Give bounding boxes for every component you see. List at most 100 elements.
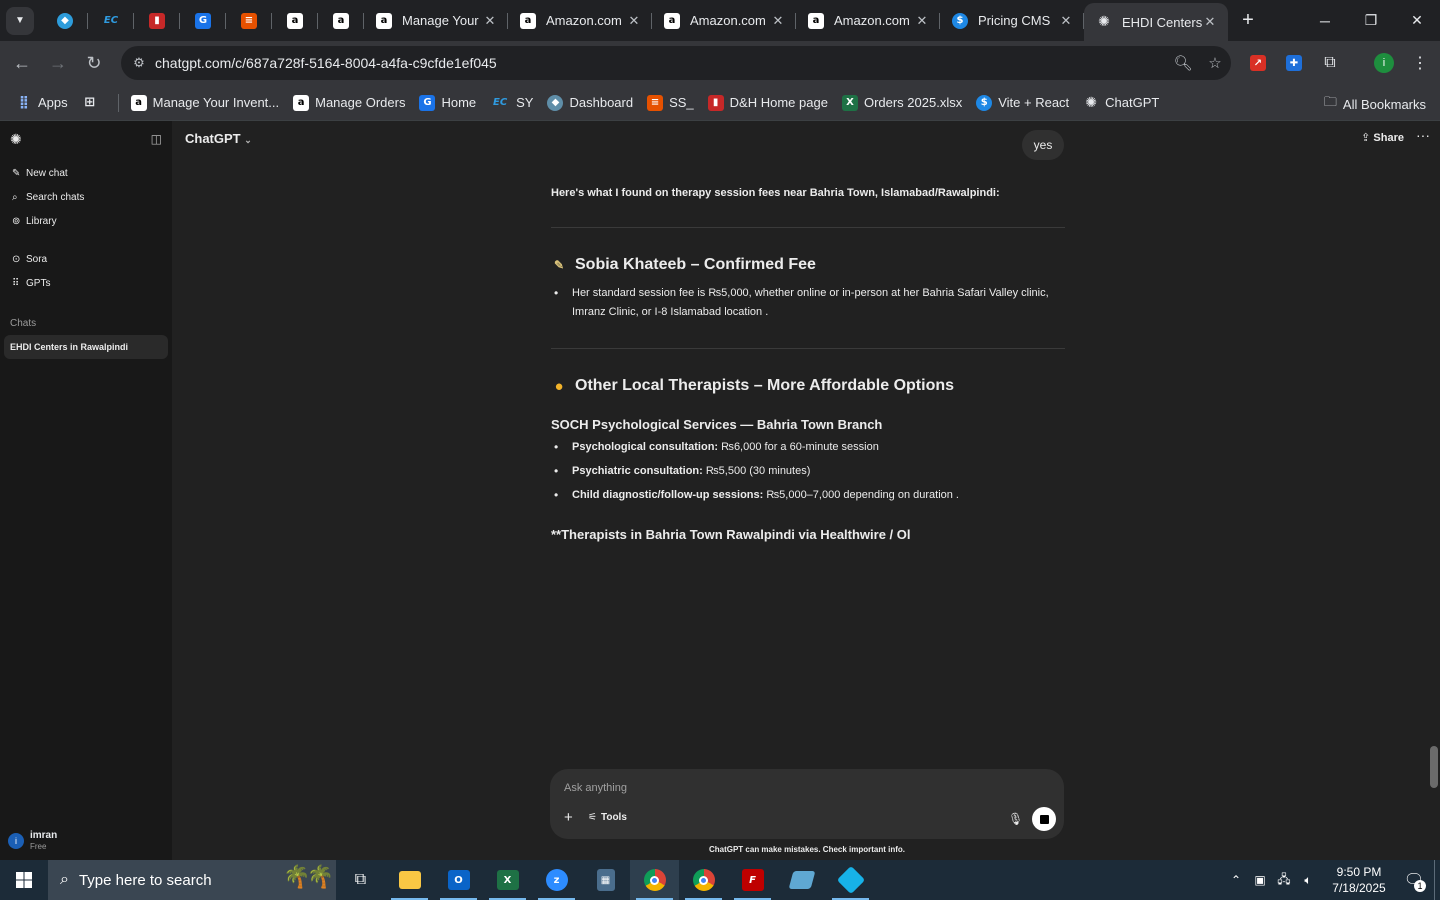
site-info-icon[interactable]: ⚙ (123, 55, 155, 71)
bookmark-item[interactable]: ◆ Dashboard (547, 94, 633, 111)
close-icon[interactable]: ✕ (770, 13, 786, 29)
start-button[interactable] (0, 860, 48, 900)
kodi-icon[interactable] (826, 860, 875, 900)
amazon-icon: a (664, 12, 680, 29)
pinned-tab[interactable]: ▮ (134, 0, 180, 41)
model-selector[interactable]: ChatGPT ⌄ (185, 131, 252, 146)
chrome-icon[interactable] (630, 860, 679, 900)
scrollbar[interactable] (1430, 746, 1438, 788)
attach-plus-icon[interactable]: + (564, 809, 573, 826)
forward-button[interactable]: → (40, 45, 76, 81)
bookmark-item[interactable]: $ Vite + React (976, 94, 1069, 111)
tools-button[interactable]: ⚟ Tools (588, 812, 627, 823)
sidebar-item-library[interactable]: ⊚ Library (0, 209, 172, 233)
network-icon[interactable]: 🖧 (1272, 870, 1296, 891)
new-tab-button[interactable]: + (1232, 5, 1264, 37)
extension-pdf-icon[interactable]: ↗ (1244, 49, 1272, 77)
pinned-tab[interactable]: ◆ (42, 0, 88, 41)
show-hidden-icons-icon[interactable]: ⌃ (1224, 873, 1248, 887)
list-item-text: ₨5,500 (30 minutes) (702, 465, 811, 477)
bookmark-item[interactable]: a Manage Your Invent... (130, 94, 279, 111)
divider (551, 348, 1065, 349)
sidebar-item-gpts[interactable]: ⠿ GPTs (0, 271, 172, 295)
bookmark-item[interactable]: EC SY (490, 95, 533, 111)
restore-button[interactable]: ❐ (1348, 0, 1394, 41)
library-icon: ⊚ (12, 215, 21, 227)
outlook-icon[interactable]: O (434, 860, 483, 900)
close-icon[interactable]: ✕ (1058, 13, 1074, 29)
microphone-icon[interactable]: 🎙︎ (1008, 812, 1023, 826)
tab[interactable]: $ Pricing CMS ✕ (940, 0, 1084, 41)
tab-title: Manage Your (402, 13, 479, 28)
bookmark-item[interactable]: X Orders 2025.xlsx (841, 94, 962, 111)
zoom-icon[interactable]: z (532, 860, 581, 900)
stack-icon: ≡ (241, 12, 257, 29)
security-icon[interactable]: ▣ (1248, 873, 1272, 887)
file-explorer-icon[interactable] (385, 860, 434, 900)
task-view-icon[interactable]: ⧉ (336, 860, 385, 900)
bookmark-item[interactable]: ≡ SS_ (647, 94, 694, 111)
bookmark-tab-groups[interactable]: ⊞ (82, 95, 104, 111)
all-bookmarks-button[interactable]: 🗀 All Bookmarks (1324, 93, 1426, 115)
tab-active[interactable]: ✺ EHDI Centers ✕ (1084, 3, 1228, 41)
more-options-icon[interactable]: ··· (1416, 127, 1430, 143)
prompt-input[interactable] (564, 779, 1034, 797)
tab-title: Pricing CMS (978, 13, 1051, 28)
tab[interactable]: a Amazon.com ✕ (508, 0, 652, 41)
chrome-icon[interactable] (679, 860, 728, 900)
bookmark-item[interactable]: a Manage Orders (293, 94, 405, 111)
close-sidebar-icon[interactable]: ◫ (151, 132, 162, 146)
close-window-button[interactable]: ✕ (1394, 0, 1440, 41)
pinned-tab[interactable]: EC (88, 0, 134, 41)
close-icon[interactable]: ✕ (914, 13, 930, 29)
url-text[interactable]: chatgpt.com/c/687a728f-5164-8004-a4fa-c9… (155, 55, 1167, 71)
extensions-icon[interactable]: ⧉ (1316, 49, 1344, 77)
tab[interactable]: a Amazon.com ✕ (796, 0, 940, 41)
notepad-icon[interactable] (777, 860, 826, 900)
chat-history-item[interactable]: EHDI Centers in Rawalpindi (4, 335, 168, 359)
share-button[interactable]: ⇪ Share (1361, 131, 1404, 144)
back-button[interactable]: ← (4, 45, 40, 81)
clock[interactable]: 9:50 PM 7/18/2025 (1324, 864, 1394, 896)
chats-section-label: Chats (10, 317, 37, 329)
pinned-tab[interactable]: a (318, 0, 364, 41)
reload-button[interactable]: ↻ (76, 45, 112, 81)
sidebar-item-search-chats[interactable]: ⌕ Search chats (0, 185, 172, 209)
amazon-icon: a (287, 12, 303, 29)
chrome-menu-icon[interactable]: ⋮ (1406, 49, 1434, 77)
bookmark-star-icon[interactable]: ☆ (1199, 54, 1231, 72)
amazon-icon: a (520, 12, 536, 29)
extension-puzzle-blue-icon[interactable]: ✚ (1280, 49, 1308, 77)
section-heading: ● Other Local Therapists – More Affordab… (551, 377, 1065, 395)
bookmark-item[interactable]: ✺ ChatGPT (1083, 95, 1159, 111)
user-profile[interactable]: i imran Free (8, 830, 57, 852)
bookmark-item[interactable]: G Home (419, 94, 476, 111)
bookmark-label: SS_ (669, 95, 694, 110)
minimize-button[interactable]: ─ (1302, 0, 1348, 41)
zoom-icon[interactable]: 🔍︎ (1167, 54, 1199, 72)
sidebar-item-sora[interactable]: ⊙ Sora (0, 247, 172, 271)
filezilla-icon[interactable]: F (728, 860, 777, 900)
notification-center-button[interactable]: 🗨 1 (1394, 870, 1434, 892)
close-icon[interactable]: ✕ (1202, 14, 1218, 30)
excel-icon[interactable]: X (483, 860, 532, 900)
taskbar-search[interactable]: ⌕ Type here to search 🌴🌴 (48, 860, 336, 900)
tab[interactable]: a Manage Your ✕ (364, 0, 508, 41)
bookmark-item[interactable]: ▮ D&H Home page (707, 94, 828, 111)
close-icon[interactable]: ✕ (626, 13, 642, 29)
pinned-tab[interactable]: G (180, 0, 226, 41)
openai-logo-icon[interactable]: ✺ (10, 131, 22, 148)
sidebar-item-new-chat[interactable]: ✎ New chat (0, 161, 172, 185)
profile-avatar[interactable]: i (1370, 49, 1398, 77)
volume-icon[interactable]: 🔈︎ (1296, 873, 1320, 888)
tab-search-button[interactable]: ▼ (6, 6, 34, 35)
address-bar[interactable]: ⚙ chatgpt.com/c/687a728f-5164-8004-a4fa-… (121, 46, 1231, 80)
tab[interactable]: a Amazon.com ✕ (652, 0, 796, 41)
bookmark-apps[interactable]: ⣿ Apps (16, 95, 68, 111)
calculator-icon[interactable]: ▦ (581, 860, 630, 900)
pinned-tab[interactable]: a (272, 0, 318, 41)
pinned-tab[interactable]: ≡ (226, 0, 272, 41)
show-desktop-button[interactable] (1434, 860, 1440, 900)
close-icon[interactable]: ✕ (482, 13, 498, 29)
stop-generating-button[interactable] (1032, 807, 1056, 831)
